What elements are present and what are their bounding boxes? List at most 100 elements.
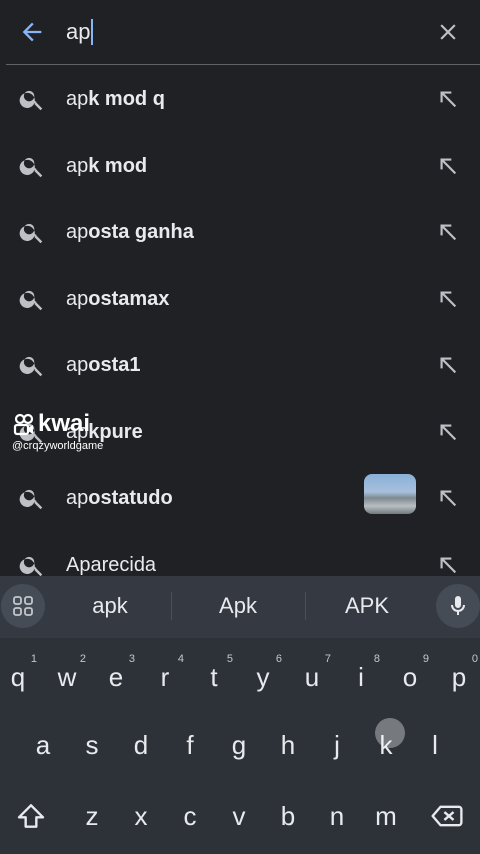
voice-input-button[interactable] xyxy=(436,584,480,628)
key-label: t xyxy=(210,662,218,692)
place-thumbnail xyxy=(364,474,416,514)
key-label: s xyxy=(85,730,99,760)
shift-key[interactable] xyxy=(8,788,54,844)
back-button[interactable] xyxy=(14,14,50,50)
key-label: d xyxy=(133,730,149,760)
key-x[interactable]: x xyxy=(118,788,164,844)
key-hint: 6 xyxy=(275,653,282,665)
kwai-brand: kwai xyxy=(38,410,91,437)
key-label: j xyxy=(334,730,340,760)
key-label: v xyxy=(232,801,246,831)
key-d[interactable]: d xyxy=(118,717,164,773)
arrow-left-icon xyxy=(22,22,42,42)
key-label: w xyxy=(57,662,77,692)
key-q[interactable]: q1 xyxy=(0,649,41,705)
suggestion-completion: osta1 xyxy=(88,354,141,376)
suggestion-text: Aparecida xyxy=(66,553,157,576)
key-label: h xyxy=(280,730,296,760)
search-icon xyxy=(18,484,46,512)
mic-icon xyxy=(451,596,465,615)
key-u[interactable]: u7 xyxy=(289,649,335,705)
key-e[interactable]: e3 xyxy=(93,649,139,705)
key-label: q xyxy=(10,662,26,692)
key-a[interactable]: a xyxy=(20,717,66,773)
fill-query-icon[interactable] xyxy=(434,351,462,379)
key-w[interactable]: w2 xyxy=(44,649,90,705)
key-label: i xyxy=(358,662,364,692)
key-hint: 9 xyxy=(422,653,429,665)
search-input[interactable]: ap xyxy=(66,14,406,50)
key-s[interactable]: s xyxy=(69,717,115,773)
suggestion-typed: ap xyxy=(66,487,89,509)
key-i[interactable]: i8 xyxy=(338,649,384,705)
search-bar: ap xyxy=(0,0,480,64)
word-suggestion[interactable]: APK xyxy=(306,586,428,626)
key-z[interactable]: z xyxy=(69,788,115,844)
suggestion-item[interactable]: aposta ganha xyxy=(0,198,480,264)
key-hint: 4 xyxy=(177,653,184,665)
shift-icon xyxy=(17,804,45,828)
suggestion-item[interactable]: apk mod xyxy=(0,132,480,198)
suggestion-item[interactable]: apostamax xyxy=(0,265,480,331)
key-c[interactable]: c xyxy=(167,788,213,844)
key-label: f xyxy=(186,730,194,760)
key-label: z xyxy=(85,801,99,831)
apps-button[interactable] xyxy=(1,584,45,628)
suggestion-text: aposta1 xyxy=(66,351,141,379)
key-hint: 2 xyxy=(79,653,86,665)
fill-query-icon[interactable] xyxy=(434,218,462,246)
suggestion-item[interactable]: Município em São PauloAparecida xyxy=(0,531,480,577)
suggestion-text: apostatudo xyxy=(66,484,173,512)
suggestion-completion: ostamax xyxy=(88,287,170,310)
suggestion-item[interactable]: aposta1 xyxy=(0,331,480,397)
key-b[interactable]: b xyxy=(265,788,311,844)
key-o[interactable]: o9 xyxy=(387,649,433,705)
suggestion-item[interactable]: apk mod q xyxy=(0,65,480,131)
suggestion-typed: ap xyxy=(66,88,89,110)
key-label: m xyxy=(375,801,397,831)
close-icon xyxy=(440,24,456,40)
word-suggestion[interactable]: Apk xyxy=(175,586,301,626)
key-hint: 1 xyxy=(30,653,37,665)
key-label: e xyxy=(108,662,124,692)
key-label: n xyxy=(329,801,345,831)
fill-query-icon[interactable] xyxy=(434,484,462,512)
key-r[interactable]: r4 xyxy=(142,649,188,705)
key-p[interactable]: p0 xyxy=(436,649,480,705)
key-label: r xyxy=(160,662,170,692)
key-l[interactable]: l xyxy=(412,717,458,773)
key-label: y xyxy=(256,662,270,692)
key-label: p xyxy=(451,662,467,692)
kwai-logo: kwai xyxy=(12,410,103,438)
key-label: b xyxy=(280,801,296,831)
key-hint: 3 xyxy=(128,653,135,665)
kwai-watermark: kwai @crqzyworldgame xyxy=(12,410,103,452)
key-y[interactable]: y6 xyxy=(240,649,286,705)
touch-indicator xyxy=(375,718,405,748)
backspace-key[interactable] xyxy=(424,788,470,844)
key-j[interactable]: j xyxy=(314,717,360,773)
key-m[interactable]: m xyxy=(363,788,409,844)
key-v[interactable]: v xyxy=(216,788,262,844)
fill-query-icon[interactable] xyxy=(434,152,462,180)
fill-query-icon[interactable] xyxy=(434,551,462,577)
text-caret xyxy=(91,19,94,45)
fill-query-icon[interactable] xyxy=(434,85,462,113)
fill-query-icon[interactable] xyxy=(434,418,462,446)
key-h[interactable]: h xyxy=(265,717,311,773)
clear-button[interactable] xyxy=(430,14,466,50)
suggestion-text: apk mod xyxy=(66,152,147,180)
key-f[interactable]: f xyxy=(167,717,213,773)
suggestion-typed: ap xyxy=(66,287,89,310)
fill-query-icon[interactable] xyxy=(434,285,462,313)
key-t[interactable]: t5 xyxy=(191,649,237,705)
word-suggestion[interactable]: apk xyxy=(50,586,170,626)
chip-separator xyxy=(171,592,172,620)
key-g[interactable]: g xyxy=(216,717,262,773)
search-query: ap xyxy=(66,19,91,44)
key-hint: 5 xyxy=(226,653,233,665)
key-n[interactable]: n xyxy=(314,788,360,844)
suggestion-text: apk mod q xyxy=(66,85,165,113)
key-label: l xyxy=(432,730,438,760)
search-icon xyxy=(18,218,46,246)
